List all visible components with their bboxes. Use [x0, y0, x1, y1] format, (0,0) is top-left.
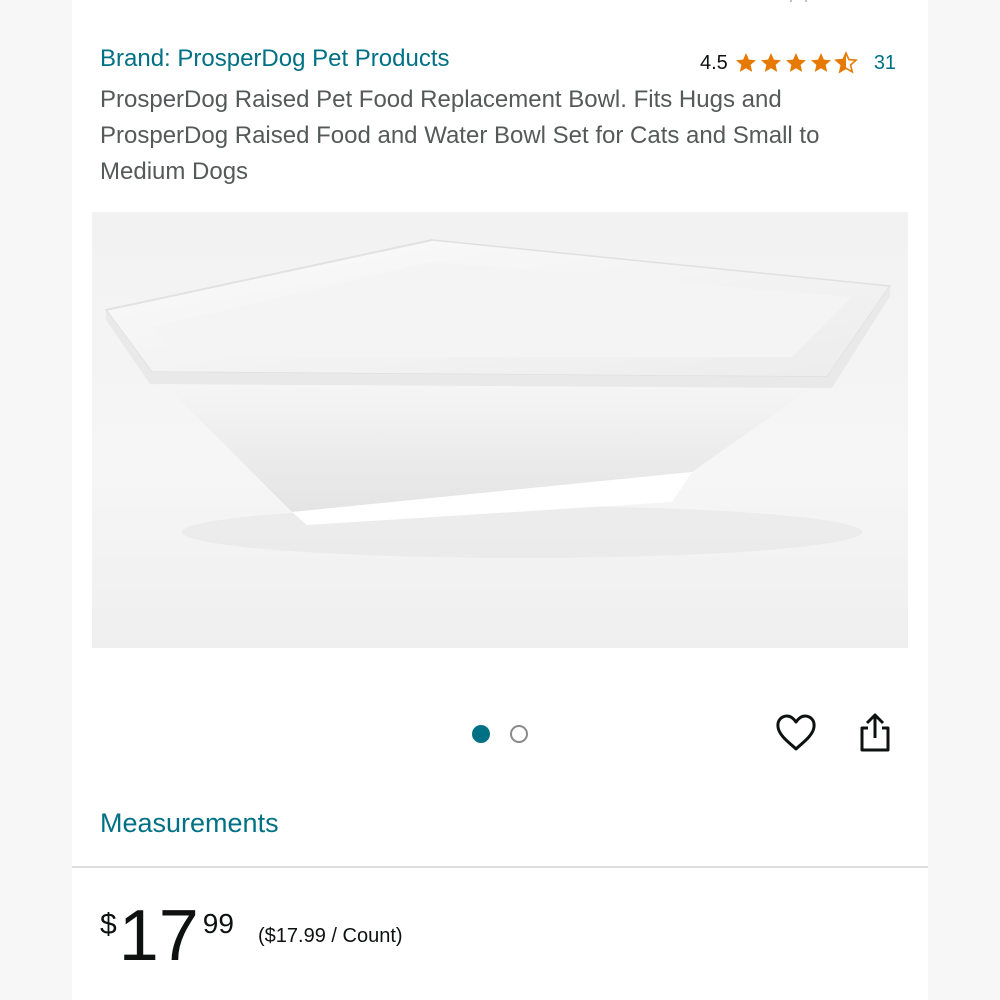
star-icon	[785, 53, 806, 72]
heart-icon	[776, 714, 816, 751]
star-icon	[735, 53, 756, 72]
review-count-link[interactable]: 31	[874, 52, 896, 75]
product-image[interactable]	[92, 212, 908, 648]
carousel-dot[interactable]	[510, 725, 528, 743]
rating-stars	[734, 51, 858, 75]
price-whole: 17	[118, 896, 199, 976]
share-icon	[860, 713, 890, 752]
carousel-dot-active[interactable]	[472, 725, 490, 743]
measurements-link[interactable]: Measurements	[100, 806, 279, 840]
star-icon	[760, 53, 781, 72]
sponsored-fragment: · ·	[788, 0, 811, 10]
price: $ 17 99	[100, 900, 234, 972]
add-to-list-button[interactable]	[773, 710, 819, 756]
carousel-indicator	[472, 725, 528, 743]
price-currency-symbol: $	[100, 908, 117, 941]
product-title: ProsperDog Raised Pet Food Replacement B…	[100, 86, 820, 185]
star-icon	[810, 53, 831, 72]
rating-value: 4.5	[700, 51, 728, 74]
section-divider	[72, 866, 928, 868]
brand-link[interactable]: Brand: ProsperDog Pet Products	[100, 44, 450, 74]
share-button[interactable]	[852, 710, 898, 756]
unit-price: ($17.99 / Count)	[258, 925, 403, 947]
half-star-icon	[833, 51, 858, 74]
price-fraction: 99	[202, 908, 234, 939]
rating-summary[interactable]: 4.5 31	[700, 48, 896, 78]
bowl-illustration	[104, 239, 892, 558]
